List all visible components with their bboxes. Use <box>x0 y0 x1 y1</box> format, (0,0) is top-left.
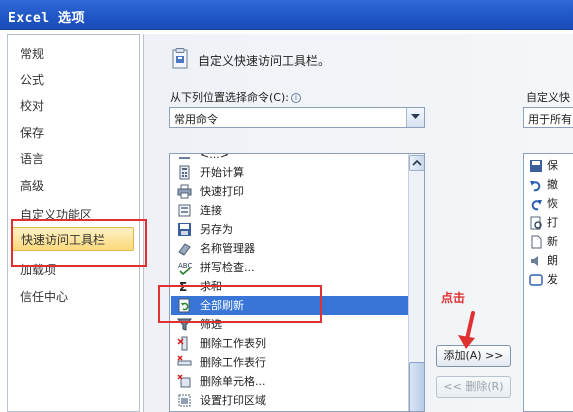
list-item[interactable]: 朗 <box>525 251 558 271</box>
customize-toolbar-value: 用于所有 <box>528 113 572 126</box>
choose-commands-label: 从下列位置选择命令(C): i <box>170 89 301 105</box>
sidebar-item-proofing[interactable]: 校对 <box>20 94 44 118</box>
new-icon <box>529 235 543 249</box>
print-area-icon <box>177 393 192 408</box>
customize-toolbar-dropdown[interactable]: 用于所有 <box>523 107 573 128</box>
chevron-down-icon[interactable] <box>406 108 424 127</box>
list-item[interactable]: 保 <box>525 156 558 176</box>
spelling-icon: ABC <box>177 260 192 276</box>
list-item[interactable]: ABC 拼写检查... <box>171 258 255 277</box>
list-item[interactable]: 恢 <box>525 194 558 214</box>
sidebar-item-general[interactable]: 常规 <box>20 42 44 66</box>
list-item[interactable]: 删除单元格... <box>171 372 266 391</box>
connections-icon <box>177 203 192 218</box>
highlight-box-command <box>158 285 322 323</box>
quick-print-icon <box>177 184 192 199</box>
delete-column-icon <box>177 336 192 351</box>
sidebar-item-save[interactable]: 保存 <box>20 121 44 145</box>
list-item[interactable]: 新 <box>525 232 558 252</box>
undo-icon <box>529 178 543 192</box>
delete-cells-icon <box>177 374 192 389</box>
list-item[interactable]: 删除工作表行 <box>171 353 266 372</box>
quick-access-toolbar-icon <box>170 48 190 70</box>
highlight-box-sidebar <box>11 219 147 267</box>
list-item[interactable]: 名称管理器 <box>171 239 255 258</box>
sidebar-item-advanced[interactable]: 高级 <box>20 174 44 198</box>
print-preview-icon <box>529 216 543 230</box>
calculator-icon <box>177 165 192 180</box>
list-item[interactable]: 另存为 <box>171 220 233 239</box>
page-title: 自定义快速访问工具栏。 <box>198 54 331 68</box>
list-item[interactable]: 开始计算 <box>171 163 244 182</box>
commands-scrollbar[interactable] <box>408 154 424 411</box>
choose-commands-value: 常用命令 <box>174 113 218 126</box>
commands-list[interactable]: <...> 开始计算 快速打印 连接 另存为 名称管理器 ABC 拼写检查...… <box>169 153 425 412</box>
arrow-down-icon <box>458 311 475 349</box>
click-annotation: 点击 <box>441 291 466 305</box>
remove-button[interactable]: << 删除(R) <box>436 376 511 398</box>
separator-icon <box>177 154 192 162</box>
chevron-up-icon <box>412 159 422 166</box>
window-title: Excel 选项 <box>8 11 85 26</box>
scroll-up-button[interactable] <box>409 155 424 171</box>
save-as-icon <box>177 222 192 237</box>
scroll-thumb[interactable] <box>409 362 424 411</box>
redo-icon <box>529 197 543 211</box>
customize-toolbar-label: 自定义快 <box>526 91 570 104</box>
list-item[interactable]: 删除工作表列 <box>171 334 266 353</box>
list-item[interactable]: 快速打印 <box>171 182 244 201</box>
toolbar-commands-list[interactable]: 保 撤 恢 打 新 朗 发 <box>523 153 573 412</box>
list-item[interactable]: 撤 <box>525 175 558 195</box>
title-bar: Excel 选项 <box>0 0 573 30</box>
speak-icon <box>529 254 543 268</box>
name-manager-icon <box>177 241 192 256</box>
save-icon <box>529 159 543 173</box>
sidebar-item-formulas[interactable]: 公式 <box>20 68 44 92</box>
info-icon: i <box>290 93 301 103</box>
list-item[interactable]: 发 <box>525 270 558 290</box>
sidebar-item-language[interactable]: 语言 <box>20 147 44 171</box>
list-item[interactable]: 打 <box>525 213 558 233</box>
send-icon <box>529 273 543 287</box>
list-item[interactable]: 连接 <box>171 201 222 220</box>
choose-commands-dropdown[interactable]: 常用命令 <box>169 107 425 128</box>
sidebar-item-trust-center[interactable]: 信任中心 <box>20 285 68 309</box>
delete-row-icon <box>177 355 192 370</box>
list-item[interactable]: 设置打印区域 <box>171 391 266 410</box>
excel-options-dialog: Excel 选项 常规 公式 校对 保存 语言 高级 自定义功能区 快速访问工具… <box>0 0 573 412</box>
